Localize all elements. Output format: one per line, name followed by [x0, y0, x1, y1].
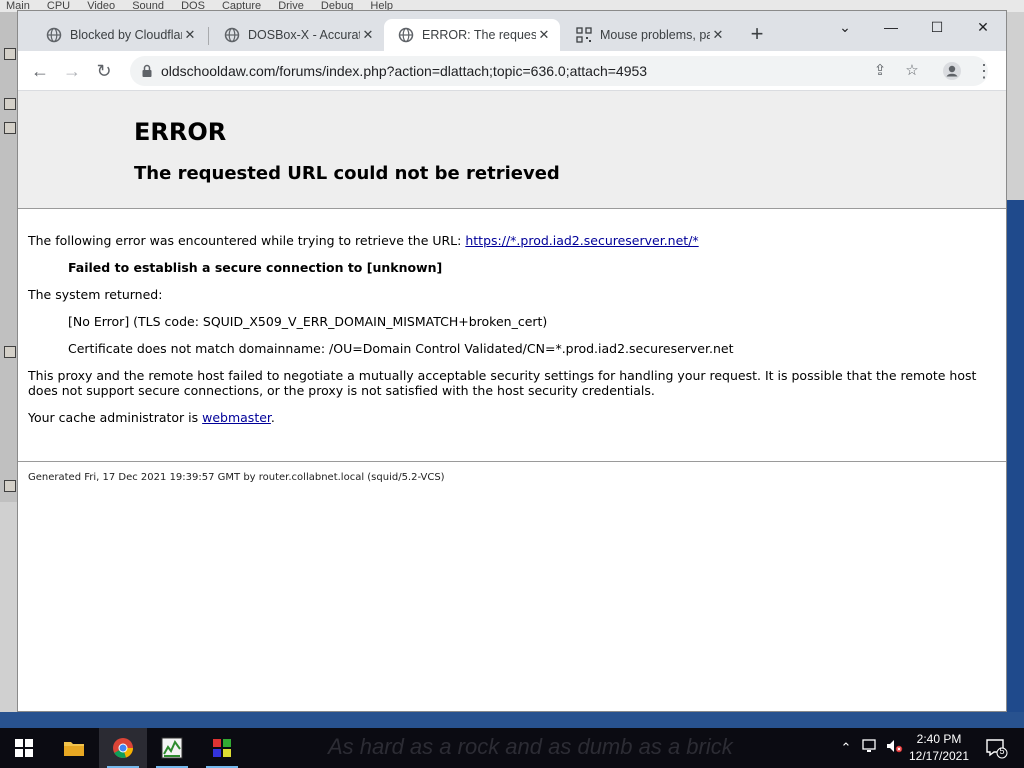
tab-title: ERROR: The requested URL could not be re… — [422, 28, 536, 42]
background-widget — [4, 480, 16, 492]
kebab-menu-icon[interactable]: ⋮ — [972, 59, 996, 83]
file-explorer-button[interactable] — [50, 728, 98, 768]
background-widget — [4, 122, 16, 134]
tab-separator — [208, 27, 209, 45]
tab-search-chevron-icon[interactable]: ⌄ — [830, 15, 860, 39]
desktop-wallpaper-bottom — [0, 712, 1024, 728]
close-icon[interactable]: ✕ — [710, 27, 726, 43]
close-icon[interactable]: ✕ — [182, 27, 198, 43]
notification-count-badge: 5 — [999, 746, 1005, 756]
dosbox-icon — [213, 739, 231, 757]
webmaster-link[interactable]: webmaster — [202, 410, 271, 425]
qr-favicon-icon — [576, 27, 592, 43]
close-icon[interactable]: ✕ — [536, 27, 552, 43]
chrome-window: Blocked by Cloudflare ✕ DOSBox-X - Accur… — [17, 10, 1007, 712]
desktop-wallpaper — [1006, 200, 1024, 720]
dosbox-taskbar-button[interactable] — [198, 728, 246, 768]
new-tab-button[interactable]: + — [745, 23, 769, 47]
tab-blocked-by-cloudflare[interactable]: Blocked by Cloudflare ✕ — [32, 19, 206, 51]
close-icon[interactable]: ✕ — [360, 27, 376, 43]
lock-icon[interactable] — [140, 64, 154, 78]
taskbar: As hard as a rock and as dumb as a brick… — [0, 728, 1024, 768]
network-icon[interactable] — [860, 738, 880, 758]
tab-title: DOSBox-X - Accurate — [248, 28, 360, 42]
system-clock[interactable]: 2:40 PM 12/17/2021 — [902, 731, 976, 765]
bookmark-star-icon[interactable]: ☆ — [902, 61, 922, 81]
address-bar[interactable]: oldschooldaw.com/forums/index.php?action… — [130, 56, 988, 86]
folder-icon — [64, 742, 84, 756]
intro-line: The following error was encountered whil… — [28, 233, 699, 248]
profile-avatar-icon[interactable] — [940, 59, 964, 83]
windows-logo-icon — [15, 739, 33, 757]
page-title: ERROR — [134, 118, 227, 146]
certificate-message: Certificate does not match domainname: /… — [68, 341, 734, 356]
globe-icon — [224, 27, 240, 43]
audio-app-icon — [161, 737, 183, 759]
background-widget — [4, 48, 16, 60]
notification-center-button[interactable]: 5 — [984, 736, 1008, 760]
globe-icon — [46, 27, 62, 43]
cache-admin-prefix: Your cache administrator is — [28, 410, 203, 425]
clock-time: 2:40 PM — [916, 732, 962, 746]
footer-generated-info: Generated Fri, 17 Dec 2021 19:39:57 GMT … — [28, 472, 445, 483]
tab-title: Blocked by Cloudflare — [70, 28, 182, 42]
browser-toolbar: ← → ↻ oldschooldaw.com/forums/index.php?… — [18, 51, 1006, 91]
tls-error-code: [No Error] (TLS code: SQUID_X509_V_ERR_D… — [68, 314, 548, 329]
tab-error-active[interactable]: ERROR: The requested URL could not be re… — [384, 19, 560, 51]
back-arrow-icon[interactable]: ← — [28, 59, 52, 83]
error-page: ERROR The requested URL could not be ret… — [18, 91, 1006, 711]
tab-mouse-problems[interactable]: Mouse problems, page ✕ — [562, 19, 734, 51]
tab-dosbox-x[interactable]: DOSBox-X - Accurate ✕ — [210, 19, 384, 51]
proxy-explanation: This proxy and the remote host failed to… — [28, 368, 977, 398]
maximize-button[interactable]: ☐ — [922, 15, 952, 39]
background-widget — [4, 98, 16, 110]
minimize-button[interactable]: — — [876, 15, 906, 39]
tab-strip: Blocked by Cloudflare ✕ DOSBox-X - Accur… — [18, 11, 1006, 51]
reload-icon[interactable]: ↻ — [92, 59, 116, 83]
cache-admin-line: Your cache administrator is webmaster. — [28, 410, 275, 425]
globe-icon — [398, 27, 414, 43]
error-description: Failed to establish a secure connection … — [68, 260, 443, 275]
url-text[interactable]: oldschooldaw.com/forums/index.php?action… — [161, 56, 647, 86]
chrome-taskbar-button[interactable] — [99, 728, 147, 768]
audio-app-taskbar-button[interactable] — [148, 728, 196, 768]
close-window-button[interactable]: ✕ — [968, 15, 998, 39]
share-icon[interactable]: ⇪ — [870, 61, 890, 81]
taskbar-motd-text: As hard as a rock and as dumb as a brick — [328, 734, 733, 759]
volume-muted-icon[interactable] — [884, 738, 904, 758]
chevron-up-icon[interactable]: ⌃ — [836, 738, 856, 758]
start-button[interactable] — [0, 728, 48, 768]
footer-divider — [18, 461, 1006, 462]
tab-title: Mouse problems, page — [600, 28, 710, 42]
forward-arrow-icon[interactable]: → — [60, 59, 84, 83]
requested-url-link[interactable]: https://*.prod.iad2.secureserver.net/* — [465, 233, 698, 248]
page-subtitle: The requested URL could not be retrieved — [134, 163, 560, 184]
chrome-icon — [113, 738, 133, 758]
clock-date: 12/17/2021 — [908, 749, 970, 763]
cache-admin-suffix: . — [270, 410, 275, 425]
system-returned-label: The system returned: — [28, 287, 163, 302]
background-widget — [4, 346, 16, 358]
intro-text: The following error was encountered whil… — [28, 233, 462, 248]
error-header: ERROR The requested URL could not be ret… — [18, 91, 1006, 209]
